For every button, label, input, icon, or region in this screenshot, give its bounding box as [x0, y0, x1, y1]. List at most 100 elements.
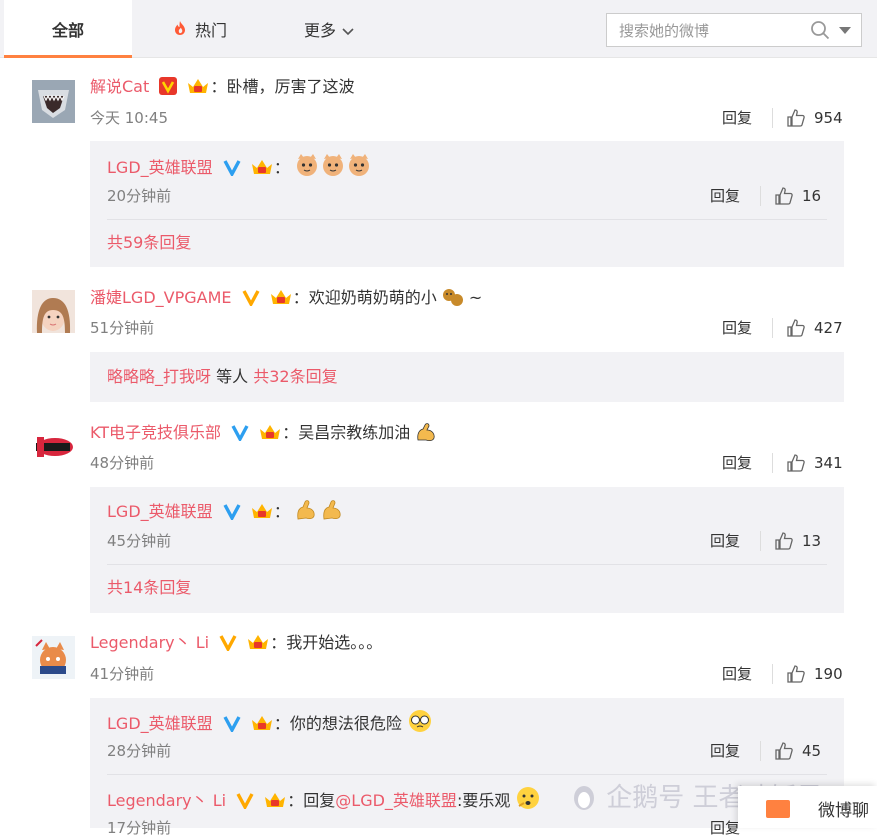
tab-all[interactable]: 全部 — [4, 0, 132, 58]
username-link[interactable]: 略略略_打我呀 — [107, 367, 211, 386]
comment-line: KT电子竞技俱乐部 ：吴昌宗教练加油 — [90, 422, 437, 444]
search-box — [606, 13, 862, 48]
sub-comment-line: LGD_英雄联盟 ：你的想法很危险 — [107, 709, 433, 733]
more-replies-link[interactable]: 共32条回复 — [253, 367, 337, 386]
divider — [760, 531, 761, 551]
username-link[interactable]: LGD_英雄联盟 — [107, 502, 213, 521]
vip-crown-icon — [248, 635, 269, 649]
like-count: 341 — [814, 454, 843, 472]
colon: ： — [273, 714, 290, 733]
thumbs-up-icon — [787, 454, 805, 472]
username-link[interactable]: Legendary丶 Li — [107, 791, 226, 810]
like-button[interactable]: 190 — [786, 664, 856, 684]
thumbs-up-icon — [787, 109, 805, 127]
username-link[interactable]: LGD_英雄联盟 — [107, 158, 213, 177]
comment-time: 41分钟前 — [90, 665, 155, 683]
comment-text: :要乐观 — [456, 791, 511, 810]
comment-line: Legendary丶 Li ：我开始选。。。 — [90, 632, 382, 654]
verified-gold-icon — [219, 635, 237, 651]
tab-all-label: 全部 — [51, 21, 84, 40]
divider — [107, 564, 827, 565]
like-count: 45 — [802, 742, 822, 760]
flexed-arm-emoji-icon — [417, 423, 435, 441]
comment-text: 欢迎奶萌奶萌的小 — [308, 288, 437, 307]
chat-icon — [766, 800, 790, 818]
avatar[interactable] — [32, 80, 75, 123]
search-dropdown-icon[interactable] — [839, 27, 851, 34]
comment-text-tail: ~ — [468, 288, 483, 307]
comment-time: 今天 10:45 — [90, 109, 168, 127]
reply-box: 略略略_打我呀 等人 共32条回复 — [90, 352, 844, 402]
avatar[interactable] — [32, 636, 75, 679]
reply-button[interactable]: 回复 — [710, 818, 740, 838]
reply-box: LGD_英雄联盟 ： 45分钟前 回复 13 共14条回复 — [90, 487, 844, 613]
username-link[interactable]: 解说Cat — [90, 77, 149, 96]
divider — [107, 219, 827, 220]
comment-text: 我开始选。。。 — [286, 633, 383, 652]
like-button[interactable]: 427 — [786, 318, 856, 338]
colon: ： — [270, 633, 287, 652]
verified-blue-icon — [231, 425, 249, 441]
weibo-chat-button[interactable]: 微博聊 — [738, 786, 877, 828]
username-link[interactable]: KT电子竞技俱乐部 — [90, 423, 221, 442]
verified-blue-icon — [223, 160, 241, 176]
thumbs-up-icon — [775, 532, 793, 550]
vip-crown-icon — [251, 504, 272, 518]
comment-time: 20分钟前 — [107, 187, 172, 205]
comment-text: 卧槽，厉害了这波 — [226, 77, 355, 96]
vip-crown-icon — [188, 79, 209, 93]
colon: ： — [210, 77, 227, 96]
avatar[interactable] — [32, 290, 75, 333]
glasses-face-emoji-icon — [408, 710, 431, 732]
reply-button[interactable]: 回复 — [710, 531, 740, 551]
comment-text: 吴昌宗教练加油 — [298, 423, 411, 442]
thumbs-up-icon — [775, 187, 793, 205]
reply-button[interactable]: 回复 — [722, 453, 752, 473]
tab-more-label: 更多 — [303, 21, 336, 40]
sub-comment-line: LGD_英雄联盟 ： — [107, 153, 373, 177]
like-count: 954 — [814, 109, 843, 127]
comment-time: 45分钟前 — [107, 532, 172, 550]
username-link[interactable]: 潘婕LGD_VPGAME — [90, 288, 232, 307]
more-replies-link[interactable]: 共14条回复 — [107, 577, 191, 599]
divider — [772, 318, 773, 338]
vip-crown-icon — [251, 160, 272, 174]
like-count: 190 — [814, 665, 843, 683]
like-count: 427 — [814, 319, 843, 337]
thinking-face-emoji-icon — [517, 787, 540, 809]
tab-hot[interactable]: 热门 — [150, 0, 250, 58]
thumbs-up-icon — [787, 319, 805, 337]
divider — [772, 108, 773, 128]
comment-time: 48分钟前 — [90, 454, 155, 472]
divider — [107, 774, 827, 775]
sub-comment-line: LGD_英雄联盟 ： — [107, 499, 347, 521]
reply-button[interactable]: 回复 — [710, 186, 740, 206]
comment-text: 等人 — [216, 367, 249, 386]
comment-time: 17分钟前 — [107, 819, 172, 837]
reply-button[interactable]: 回复 — [722, 664, 752, 684]
reply-button[interactable]: 回复 — [722, 108, 752, 128]
colon: ： — [273, 158, 290, 177]
username-link[interactable]: LGD_英雄联盟 — [107, 714, 213, 733]
username-link[interactable]: Legendary丶 Li — [90, 633, 209, 652]
comment-line: 解说Cat ：卧槽，厉害了这波 — [90, 76, 354, 98]
reply-button[interactable]: 回复 — [710, 741, 740, 761]
like-button[interactable]: 45 — [774, 741, 834, 761]
thumbs-up-icon — [787, 665, 805, 683]
mention-link[interactable]: @LGD_英雄联盟 — [335, 791, 457, 810]
vip-crown-icon — [270, 290, 291, 304]
comment-line: 潘婕LGD_VPGAME ：欢迎奶萌奶萌的小 ~ — [90, 287, 482, 309]
avatar[interactable] — [32, 425, 75, 468]
verified-gold-icon — [159, 77, 178, 95]
more-replies-link[interactable]: 共59条回复 — [107, 232, 191, 254]
like-button[interactable]: 341 — [786, 453, 856, 473]
reply-button[interactable]: 回复 — [722, 318, 752, 338]
like-button[interactable]: 954 — [786, 108, 856, 128]
search-input[interactable] — [607, 14, 821, 48]
tab-bar: 全部 热门 更多 — [0, 0, 877, 58]
like-button[interactable]: 16 — [774, 186, 834, 206]
tab-more[interactable]: 更多 — [284, 0, 374, 58]
comment-text: 你的想法很危险 — [289, 714, 402, 733]
search-icon[interactable] — [810, 20, 830, 40]
like-button[interactable]: 13 — [774, 531, 834, 551]
